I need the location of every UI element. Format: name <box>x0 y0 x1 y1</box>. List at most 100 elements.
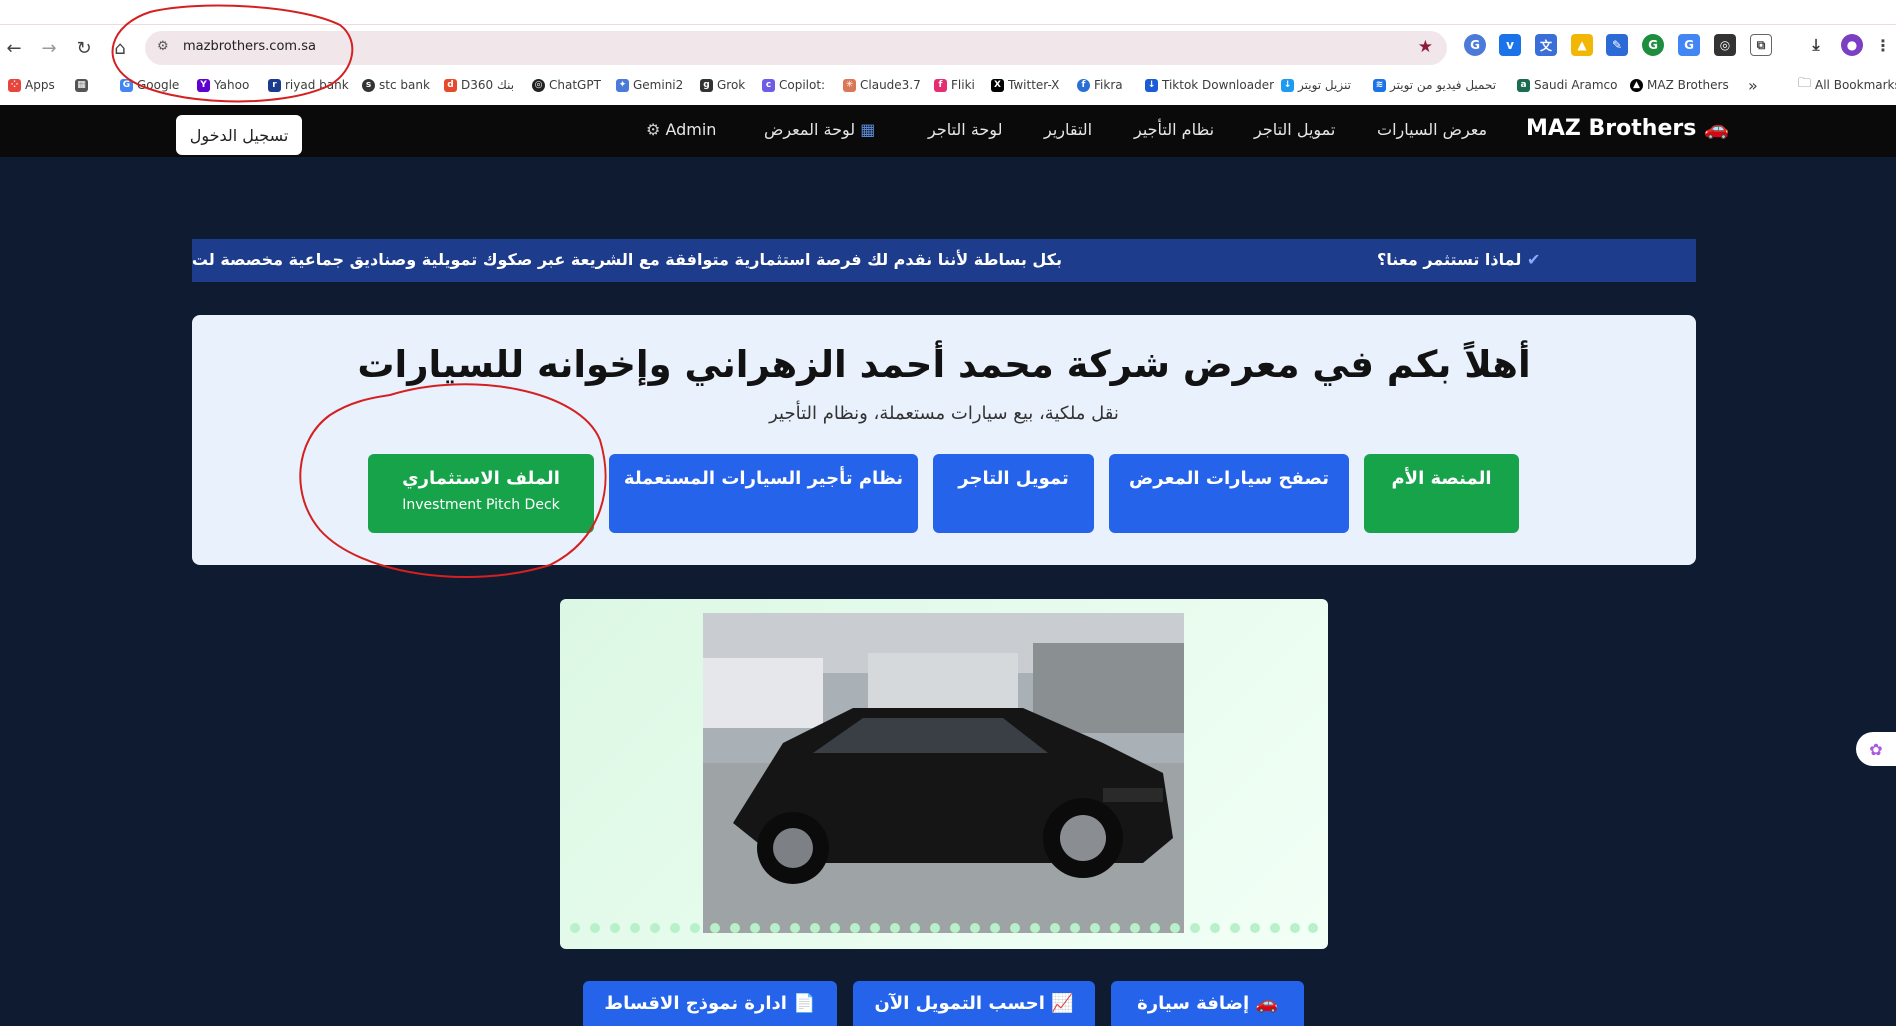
bookmark-claude[interactable]: ✳ Claude3.7 <box>843 76 921 94</box>
bookmark-copilot[interactable]: c Copilot: <box>762 76 825 94</box>
gear-icon: ⚙ <box>646 120 661 139</box>
bookmark-twitter-x[interactable]: X Twitter-X <box>991 76 1059 94</box>
car-carousel <box>560 599 1328 949</box>
page-title: أهلاً بكم في معرض شركة محمد أحمد الزهران… <box>357 343 1531 386</box>
url-text[interactable]: mazbrothers.com.sa <box>183 39 316 54</box>
nav-showroom[interactable]: معرض السيارات <box>1377 120 1487 139</box>
bookmark-google[interactable]: G Google <box>120 76 179 94</box>
ticker-text: بكل بساطة لأننا نقدم لك فرصة استثمارية م… <box>192 250 1062 269</box>
bookmark-twitter-video[interactable]: ≋ تحميل فيديو من تويتر <box>1373 76 1496 94</box>
bookmark-tiktok-downloader[interactable]: ↓ Tiktok Downloader <box>1145 76 1274 94</box>
bookmark-star-icon[interactable]: ★ <box>1418 37 1433 57</box>
bookmark-yahoo[interactable]: Y Yahoo <box>197 76 249 94</box>
mother-platform-button[interactable]: المنصة الأم <box>1364 454 1519 533</box>
bookmark-gemini[interactable]: ✦ Gemini2 <box>616 76 683 94</box>
nav-leasing[interactable]: نظام التأجير <box>1134 120 1214 139</box>
google-translate-extension-icon[interactable]: G <box>1678 34 1700 56</box>
brand-logo[interactable]: MAZ Brothers 🚗 <box>1526 116 1729 141</box>
nav-reports[interactable]: التقارير <box>1044 120 1092 139</box>
tab-strip <box>0 0 1896 25</box>
car-icon: 🚗 <box>1255 993 1278 1014</box>
bookmark-all-bookmarks[interactable]: 🗀 All Bookmarks <box>1798 76 1896 94</box>
browser-chrome: ← → ↻ ⌂ ⚙ mazbrothers.com.sa ★ G v 文 ▲ ✎… <box>0 0 1896 105</box>
copilot-icon: c <box>762 78 775 92</box>
car-icon: 🚗 <box>1703 116 1729 140</box>
carousel-dots[interactable] <box>568 920 1320 934</box>
claude-icon: ✳ <box>843 78 856 92</box>
vimeo-extension-icon[interactable]: v <box>1499 34 1521 56</box>
chatgpt-icon: ◎ <box>532 78 545 92</box>
apps-grid-icon: ⁘ <box>8 78 21 92</box>
bookmarks-overflow-icon[interactable]: » <box>1748 76 1758 95</box>
folder-icon: 🗀 <box>1798 76 1812 91</box>
download-icon[interactable]: ⤓ <box>1805 34 1827 56</box>
browse-cars-button[interactable]: تصفح سيارات المعرض <box>1109 454 1349 533</box>
site-info-icon[interactable]: ⚙ <box>157 39 169 54</box>
tab-groups-icon[interactable]: ▦ <box>75 76 88 94</box>
forward-icon[interactable]: → <box>35 34 63 62</box>
nav-dealer-finance[interactable]: تمويل التاجر <box>1254 120 1335 139</box>
twitter-download-icon: ↓ <box>1281 78 1294 92</box>
page-subtitle: نقل ملكية، بيع سيارات مستعملة، ونظام الت… <box>769 403 1119 424</box>
investment-deck-button[interactable]: الملف الاستثماري Investment Pitch Deck <box>368 454 594 533</box>
dealer-finance-button[interactable]: تمويل التاجر <box>933 454 1094 533</box>
bookmark-grok[interactable]: g Grok <box>700 76 745 94</box>
nav-showroom-dashboard[interactable]: لوحة المعرض ▦ <box>764 120 875 139</box>
nav-admin[interactable]: ⚙ Admin <box>646 120 716 139</box>
yahoo-icon: Y <box>197 78 210 92</box>
google-icon: G <box>120 78 133 92</box>
fliki-icon: f <box>934 78 947 92</box>
document-icon: 📄 <box>793 993 816 1014</box>
site-navbar: MAZ Brothers 🚗 معرض السيارات تمويل التاج… <box>0 105 1896 157</box>
chatgpt-extension-icon[interactable]: ◎ <box>1714 34 1736 56</box>
download-bookmark-icon: ↓ <box>1145 78 1158 92</box>
extension-icon[interactable]: G <box>1464 34 1486 56</box>
calculate-finance-button[interactable]: 📈 احسب التمويل الآن <box>853 981 1095 1026</box>
ticker-question: لماذا تستثمر معنا؟ ✔ <box>1377 250 1541 269</box>
layers-icon: ≋ <box>1373 78 1386 92</box>
menu-kebab-icon[interactable]: ⋮ <box>1872 34 1894 56</box>
bookmark-apps[interactable]: ⁘ Apps <box>8 76 55 94</box>
riyad-bank-icon: r <box>268 78 281 92</box>
extensions-puzzle-icon[interactable]: ⧉ <box>1750 34 1772 56</box>
address-bar[interactable]: ⚙ mazbrothers.com.sa ★ <box>145 31 1447 65</box>
back-icon[interactable]: ← <box>0 34 28 62</box>
bookmark-twitter-download[interactable]: ↓ تنزيل تويتر <box>1281 76 1351 94</box>
bookmark-stc-bank[interactable]: s stc bank <box>362 76 430 94</box>
maz-icon: ▲ <box>1630 78 1643 92</box>
installment-model-button[interactable]: 📄 ادارة نموذج الاقساط <box>583 981 837 1026</box>
login-button[interactable]: تسجيل الدخول <box>176 115 302 155</box>
hero-section: أهلاً بكم في معرض شركة محمد أحمد الزهران… <box>192 315 1696 565</box>
gemini-icon: ✦ <box>616 78 629 92</box>
bookmark-saudi-aramco[interactable]: a Saudi Aramco <box>1517 76 1617 94</box>
x-icon: X <box>991 78 1004 92</box>
nav-dealer-dashboard[interactable]: لوحة التاجر <box>928 120 1002 139</box>
home-icon[interactable]: ⌂ <box>106 34 134 62</box>
bookmark-chatgpt[interactable]: ◎ ChatGPT <box>532 76 601 94</box>
check-icon: ✔ <box>1526 250 1541 269</box>
translate-extension-icon[interactable]: 文 <box>1535 34 1557 56</box>
bookmark-fikra[interactable]: f Fikra <box>1077 76 1123 94</box>
bookmarks-bar: ⁘ Apps ▦ G Google Y Yahoo r riyad bank s stc … <box>0 72 1896 98</box>
d360-icon: d <box>444 78 457 92</box>
reload-icon[interactable]: ↻ <box>70 34 98 62</box>
ticker-banner: لماذا تستثمر معنا؟ ✔ بكل بساطة لأننا نقد… <box>192 239 1696 282</box>
grammarly-extension-icon[interactable]: G <box>1642 34 1664 56</box>
bookmark-maz-brothers[interactable]: ▲ MAZ Brothers <box>1630 76 1729 94</box>
bookmark-fliki[interactable]: f Fliki <box>934 76 975 94</box>
chart-icon: 📈 <box>1051 993 1074 1014</box>
bookmark-d360[interactable]: d D360 بنك <box>444 76 514 94</box>
chart-icon: ▦ <box>860 120 876 139</box>
address-row: ← → ↻ ⌂ ⚙ mazbrothers.com.sa ★ G v 文 ▲ ✎… <box>0 26 1896 70</box>
bookmark-riyad-bank[interactable]: r riyad bank <box>268 76 349 94</box>
assistant-bubble-icon[interactable]: ✿ <box>1856 732 1896 766</box>
add-car-button[interactable]: 🚗 إضافة سيارة <box>1111 981 1304 1026</box>
used-car-leasing-button[interactable]: نظام تأجير السيارات المستعملة <box>609 454 918 533</box>
profile-avatar[interactable]: ● <box>1841 34 1863 56</box>
aramco-icon: a <box>1517 78 1530 92</box>
pen-extension-icon[interactable]: ✎ <box>1606 34 1628 56</box>
fikra-icon: f <box>1077 78 1090 92</box>
stc-icon: s <box>362 78 375 92</box>
drive-extension-icon[interactable]: ▲ <box>1571 34 1593 56</box>
car-image <box>703 613 1184 933</box>
